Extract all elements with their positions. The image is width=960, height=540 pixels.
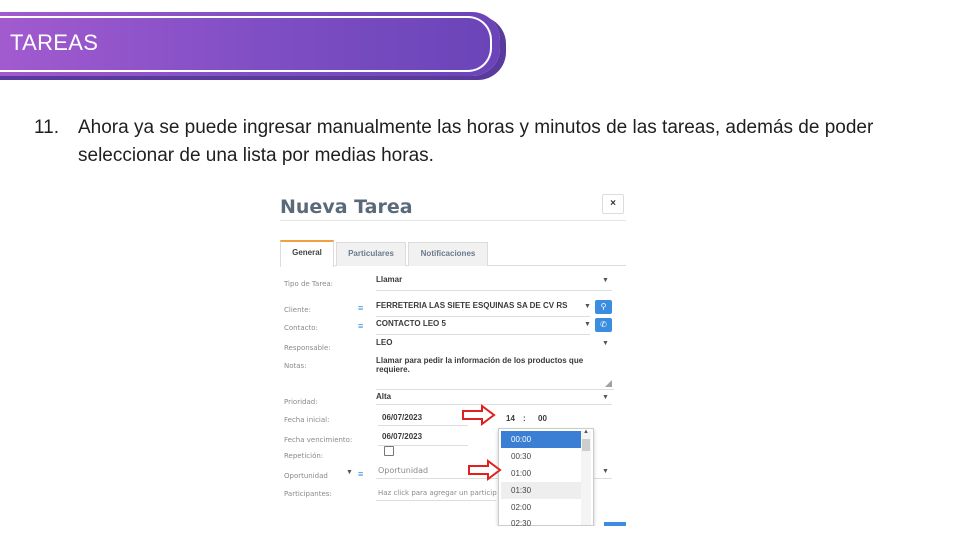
chevron-down-icon: ▼ [584, 303, 591, 310]
time-option[interactable]: 00:30 [501, 448, 581, 465]
notas-textarea[interactable]: Llamar para pedir la información de los … [376, 354, 614, 390]
contacto-label: Contacto: [284, 324, 318, 332]
cliente-select[interactable]: FERRETERIA LAS SIETE ESQUINAS SA DE CV R… [376, 301, 567, 310]
divider [376, 290, 612, 291]
chevron-down-icon: ▼ [602, 394, 609, 401]
list-icon[interactable]: ≡ [358, 303, 363, 313]
tipo-select[interactable]: Llamar [376, 275, 402, 284]
search-icon[interactable]: ⚲ [595, 300, 612, 314]
nueva-tarea-dialog: Nueva Tarea × General Particulares Notif… [272, 186, 634, 526]
banner-title: TAREAS [10, 30, 99, 55]
divider [376, 500, 496, 501]
time-separator: : [523, 414, 526, 423]
tipo-label: Tipo de Tarea: [284, 280, 334, 288]
chevron-down-icon: ▼ [584, 321, 591, 328]
oportunidad-select[interactable]: Oportunidad [378, 466, 428, 475]
fecha-vencimiento-label: Fecha vencimiento: [284, 436, 353, 444]
participantes-input[interactable]: Haz click para agregar un particip [378, 489, 497, 497]
divider [376, 334, 590, 335]
time-dropdown[interactable]: 00:00 00:30 01:00 01:30 02:00 02:30 ▲ [498, 428, 594, 526]
time-option[interactable]: 02:30 [501, 515, 581, 526]
resize-handle-icon[interactable] [605, 380, 612, 387]
chevron-down-icon: ▼ [602, 340, 609, 347]
phone-icon[interactable]: ✆ [595, 318, 612, 332]
chevron-down-icon: ▼ [346, 469, 353, 476]
notas-text: Llamar para pedir la información de los … [376, 356, 584, 374]
minute-input[interactable]: 00 [538, 414, 547, 423]
fecha-vencimiento-value: 06/07/2023 [382, 432, 423, 441]
contacto-select[interactable]: CONTACTO LEO 5 [376, 319, 446, 328]
instruction-text: Ahora ya se puede ingresar manualmente l… [78, 117, 874, 166]
divider [376, 316, 590, 317]
prioridad-select[interactable]: Alta [376, 392, 391, 401]
hour-input[interactable]: 14 [506, 414, 515, 423]
chevron-down-icon: ▼ [602, 468, 609, 475]
fecha-inicial-label: Fecha inicial: [284, 416, 330, 424]
tab-bar: General Particulares Notificaciones [280, 240, 626, 267]
cliente-label: Cliente: [284, 306, 311, 314]
time-option[interactable]: 01:30 [501, 482, 581, 499]
prioridad-label: Prioridad: [284, 398, 318, 406]
title-divider [280, 220, 626, 221]
close-button[interactable]: × [602, 194, 624, 214]
chevron-down-icon: ▼ [602, 277, 609, 284]
repeticion-label: Repetición: [284, 452, 324, 460]
oportunidad-label[interactable]: Oportunidad [284, 472, 328, 480]
scrollbar-thumb[interactable] [582, 439, 590, 451]
list-icon[interactable]: ≡ [358, 469, 363, 479]
time-option[interactable]: 01:00 [501, 465, 581, 482]
save-button[interactable] [604, 522, 626, 526]
time-option[interactable]: 00:00 [501, 431, 581, 448]
repeticion-checkbox[interactable] [384, 446, 394, 456]
notas-label: Notas: [284, 362, 307, 370]
responsable-select[interactable]: LEO [376, 338, 392, 347]
time-option[interactable]: 02:00 [501, 499, 581, 516]
instruction-number: 11. [34, 117, 60, 138]
arrow-right-icon [468, 459, 502, 481]
dialog-title: Nueva Tarea [280, 196, 413, 218]
list-icon[interactable]: ≡ [358, 321, 363, 331]
responsable-label: Responsable: [284, 344, 331, 352]
tab-notificaciones[interactable]: Notificaciones [408, 242, 488, 266]
fecha-inicial-input[interactable]: 06/07/2023 [378, 410, 468, 426]
fecha-inicial-value: 06/07/2023 [382, 413, 423, 422]
tab-particulares[interactable]: Particulares [336, 242, 406, 266]
chevron-up-icon[interactable]: ▲ [581, 429, 591, 437]
arrow-right-icon [462, 404, 496, 426]
participantes-label: Participantes: [284, 490, 332, 498]
tab-general[interactable]: General [280, 240, 334, 267]
fecha-vencimiento-input[interactable]: 06/07/2023 [378, 430, 468, 446]
